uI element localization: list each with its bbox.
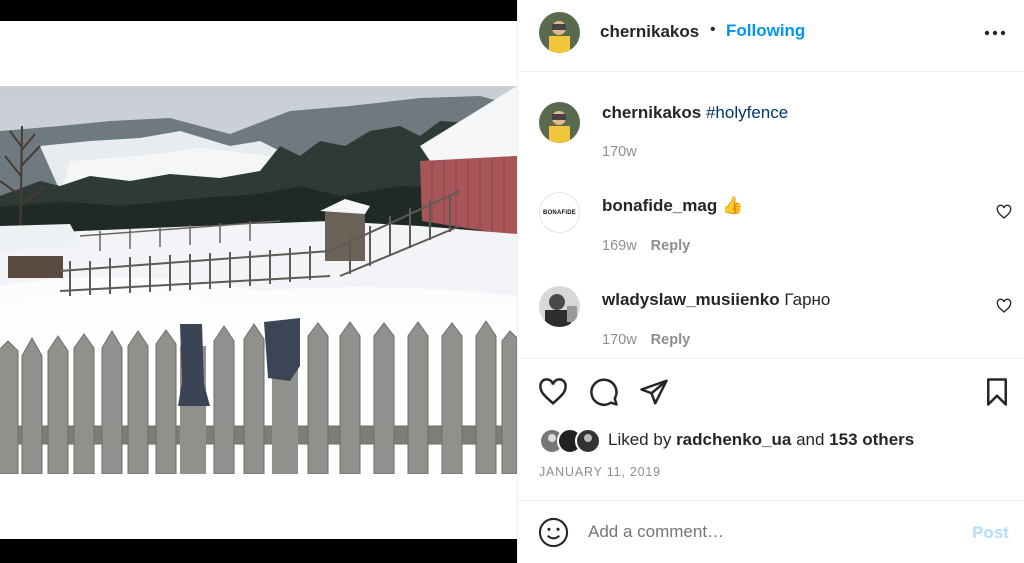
liker-avatars[interactable] (538, 427, 604, 455)
likes-prefix: Liked by (608, 430, 672, 449)
comment-text: bonafide_mag 👍 (602, 196, 743, 216)
likes-conjunction: and (796, 430, 825, 449)
comment-meta: 170w Reply (602, 332, 690, 348)
caption-author[interactable]: chernikakos (602, 103, 701, 122)
reply-button[interactable]: Reply (651, 238, 691, 254)
comment-body: 👍 (721, 196, 744, 215)
commenter-avatar[interactable] (539, 286, 580, 327)
commenter-avatar[interactable]: BONAFIDE (539, 192, 580, 233)
comment-input[interactable] (588, 522, 948, 542)
comment-body: Гарно (784, 290, 831, 309)
liker-username[interactable]: radchenko_ua (676, 430, 791, 449)
likes-summary: Liked by radchenko_ua and 153 others (608, 430, 914, 450)
comment-item: wladyslaw_musiienko Гарно 170w Reply (518, 264, 1024, 358)
bookmark-icon[interactable] (982, 377, 1012, 407)
comment-meta: 169w Reply (602, 238, 690, 254)
post-button[interactable]: Post (972, 523, 1009, 543)
bonafide-logo-text: BONAFIDE (543, 209, 576, 216)
comment-author[interactable]: bonafide_mag (602, 196, 717, 215)
more-icon[interactable] (980, 24, 1010, 42)
like-comment-icon[interactable] (996, 204, 1012, 220)
comment-icon[interactable] (589, 377, 619, 407)
comment-text: wladyslaw_musiienko Гарно (602, 290, 830, 310)
author-username[interactable]: chernikakos (600, 22, 699, 42)
like-comment-icon[interactable] (996, 298, 1012, 314)
likes-count[interactable]: 153 others (829, 430, 914, 449)
comment-age: 169w (602, 238, 637, 254)
share-icon[interactable] (639, 377, 669, 407)
reply-button[interactable]: Reply (651, 332, 691, 348)
letterbox-bottom (0, 539, 517, 563)
caption: chernikakos #holyfence 170w (518, 72, 1024, 170)
emoji-icon[interactable] (538, 517, 569, 548)
add-comment-bar: Post (518, 500, 1024, 563)
comment-author[interactable]: wladyslaw_musiienko (602, 290, 780, 309)
caption-age: 170w (602, 144, 637, 160)
letterbox-top (0, 0, 517, 21)
comment-item: BONAFIDE bonafide_mag 👍 169w Reply (518, 170, 1024, 264)
post-media[interactable] (0, 0, 517, 563)
caption-author-avatar[interactable] (539, 102, 580, 143)
post-header: chernikakos • Following (518, 0, 1024, 72)
post-date: JANUARY 11, 2019 (539, 465, 661, 479)
post-photo[interactable] (0, 86, 517, 474)
separator-dot: • (710, 21, 716, 38)
hashtag-link[interactable]: #holyfence (706, 103, 788, 122)
heart-icon[interactable] (538, 377, 568, 407)
caption-text: chernikakos #holyfence (602, 103, 788, 123)
post-actions: Liked by radchenko_ua and 153 others JAN… (518, 358, 1024, 500)
comment-age: 170w (602, 332, 637, 348)
author-avatar[interactable] (539, 12, 580, 53)
post-sidebar: chernikakos • Following chernikakos #hol… (517, 0, 1024, 563)
following-button[interactable]: Following (726, 21, 805, 41)
